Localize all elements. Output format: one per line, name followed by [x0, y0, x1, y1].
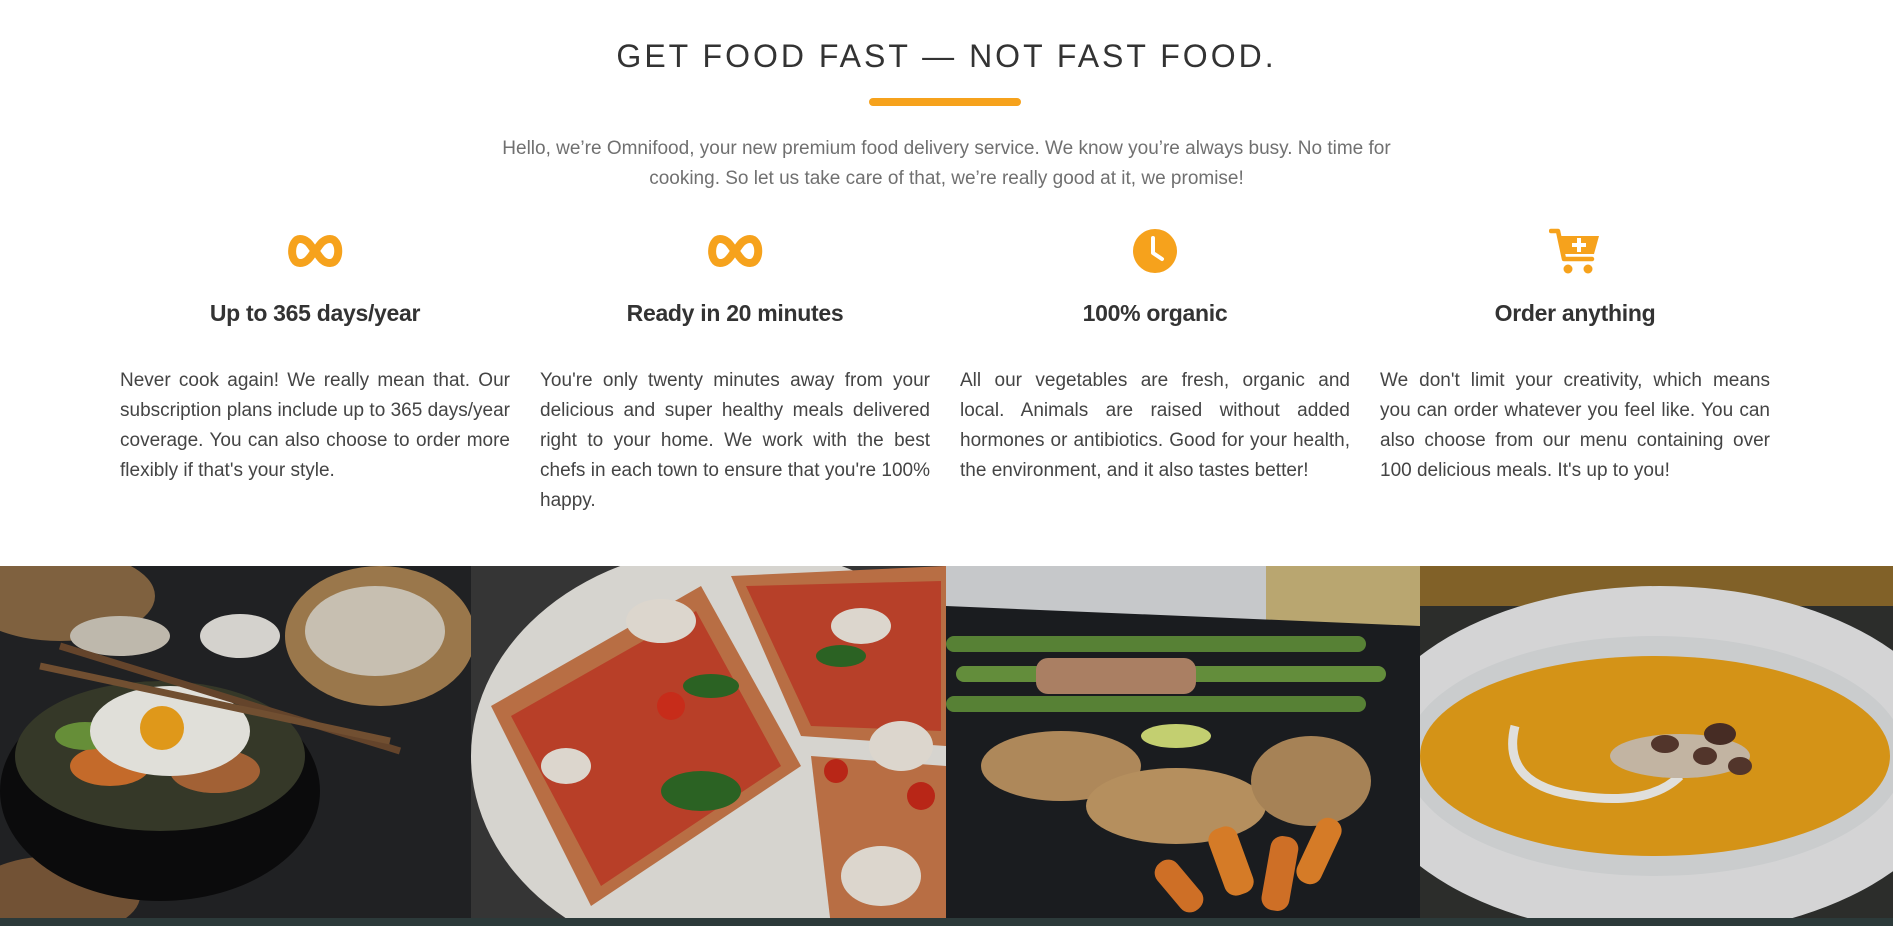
- feature-title: 100% organic: [1082, 300, 1228, 326]
- feature-title: Order anything: [1494, 300, 1656, 326]
- cart-icon: [1549, 228, 1599, 274]
- feature-text: We don't limit your creativity, which me…: [1380, 370, 1770, 481]
- feature-box: Ready in 20 minutes You're only twenty m…: [540, 224, 930, 516]
- feature-box: Order anything We don't limit your creat…: [1380, 224, 1770, 486]
- meal-photo-pumpkin-soup[interactable]: [1420, 566, 1893, 926]
- infinity-icon: [708, 234, 763, 268]
- meal-photo-pizza[interactable]: [471, 566, 946, 926]
- feature-text: You're only twenty minutes away from you…: [540, 370, 930, 511]
- gallery-bottom-edge: [0, 918, 1893, 926]
- feature-title: Ready in 20 minutes: [626, 300, 844, 326]
- meal-photo-chicken-asparagus[interactable]: [946, 566, 1420, 926]
- feature-box: Up to 365 days/year Never cook again! We…: [120, 224, 510, 486]
- infinity-icon: [288, 234, 343, 268]
- feature-text: Never cook again! We really mean that. O…: [120, 370, 510, 481]
- meal-photo-bibimbap[interactable]: [0, 566, 471, 926]
- title-underline: [869, 98, 1021, 106]
- meals-gallery: [0, 566, 1893, 926]
- section-intro: Hello, we’re Omnifood, your new premium …: [502, 138, 1391, 189]
- clock-icon: [1133, 229, 1177, 273]
- feature-text: All our vegetables are fresh, organic an…: [960, 370, 1350, 481]
- feature-title: Up to 365 days/year: [209, 300, 421, 326]
- section-title: GET FOOD FAST — NOT FAST FOOD.: [616, 38, 1277, 74]
- feature-box: 100% organic All our vegetables are fres…: [960, 224, 1350, 486]
- features-section: GET FOOD FAST — NOT FAST FOOD. Hello, we…: [0, 0, 1893, 566]
